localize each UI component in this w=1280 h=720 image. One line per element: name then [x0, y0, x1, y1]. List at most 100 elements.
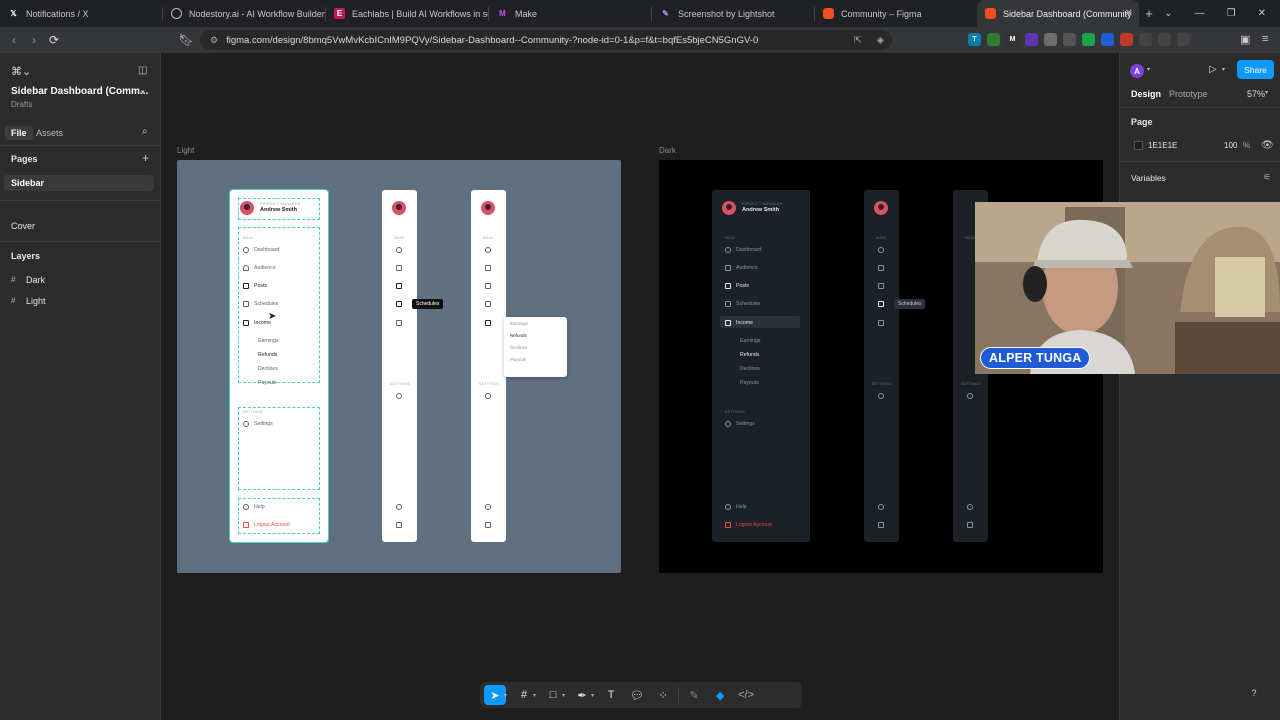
- site-info-icon[interactable]: ⚙: [210, 35, 218, 46]
- calendar-icon[interactable]: [485, 301, 491, 307]
- nav-item-schedules[interactable]: Schedules: [725, 301, 760, 307]
- menu-icon[interactable]: ≡: [1262, 33, 1268, 45]
- file-name[interactable]: Sidebar Dashboard (Comm...: [11, 86, 148, 97]
- flyout-declines[interactable]: Declines: [510, 345, 561, 350]
- panel-toggle-icon[interactable]: ◫: [138, 65, 147, 76]
- nav-item-logout[interactable]: Logout Account: [243, 522, 290, 528]
- design-mode-icon[interactable]: ◆: [709, 685, 731, 705]
- flyout-payouts[interactable]: Payouts: [510, 357, 561, 362]
- brave-shield-icon[interactable]: ◈: [877, 35, 884, 46]
- nav-item-settings[interactable]: Settings: [243, 421, 273, 427]
- maximize-icon[interactable]: ❐: [1227, 8, 1236, 19]
- browser-tab[interactable]: ✎ Screenshot by Lightshot: [652, 0, 814, 27]
- nav-item-audience[interactable]: Audience: [243, 265, 276, 271]
- chart-icon[interactable]: [396, 320, 402, 326]
- move-tool-icon[interactable]: ➤: [484, 685, 506, 705]
- nav-item-income[interactable]: Income: [243, 320, 271, 326]
- url-field[interactable]: ⚙ figma.com/design/8bmq5VwMvKcbICnIM9PQV…: [200, 30, 892, 50]
- extension-icon[interactable]: [1025, 33, 1038, 46]
- nav-item-dashboard[interactable]: Dashboard: [725, 247, 761, 253]
- eye-icon[interactable]: 👁︎: [1261, 140, 1274, 151]
- home-icon[interactable]: [485, 247, 491, 253]
- chevron-down-icon[interactable]: ▾: [591, 692, 594, 699]
- chevron-down-icon[interactable]: ▾: [562, 692, 565, 699]
- share-page-icon[interactable]: ⇱: [854, 35, 862, 46]
- extension-icon[interactable]: [1120, 33, 1133, 46]
- chevron-down-icon[interactable]: ▾: [141, 88, 145, 96]
- browser-tab[interactable]: Nodestory.ai - AI Workflow Builder: [163, 0, 325, 27]
- home-icon[interactable]: [878, 247, 884, 253]
- help-icon[interactable]: ?: [1246, 685, 1262, 701]
- sidebar-collapsed[interactable]: MAIN SETTINGS: [382, 190, 417, 542]
- sliders-icon[interactable]: ⚟: [1263, 172, 1271, 183]
- calendar-icon[interactable]: [396, 301, 402, 307]
- frame-label-dark[interactable]: Dark: [659, 146, 676, 155]
- flyout-earnings[interactable]: Earnings: [510, 321, 561, 326]
- page-item-cover[interactable]: Cover: [11, 221, 35, 231]
- user-icon[interactable]: [485, 265, 491, 271]
- user-avatar[interactable]: A: [1130, 64, 1144, 78]
- light-frame[interactable]: PRODUCT MANAGER Andrew Smith MAIN Dashbo…: [177, 160, 621, 573]
- sidebar-expanded[interactable]: PRODUCT MANAGER Andrew Smith MAIN Dashbo…: [712, 190, 810, 542]
- document-icon[interactable]: [485, 283, 491, 289]
- chevron-down-icon[interactable]: ▾: [1222, 66, 1225, 73]
- user-icon[interactable]: [396, 265, 402, 271]
- close-window-icon[interactable]: ✕: [1258, 8, 1266, 19]
- gear-icon[interactable]: [485, 393, 491, 399]
- sub-item-refunds[interactable]: Refunds: [740, 352, 759, 358]
- home-icon[interactable]: [396, 247, 402, 253]
- document-icon[interactable]: [878, 283, 884, 289]
- sub-item-payouts[interactable]: Payouts: [740, 380, 759, 386]
- add-page-icon[interactable]: +: [142, 151, 149, 165]
- extension-icon[interactable]: M: [1006, 33, 1019, 46]
- page-color-value[interactable]: 1E1E1E: [1148, 141, 1177, 150]
- minimize-icon[interactable]: —: [1195, 8, 1205, 19]
- sidebar-expanded[interactable]: PRODUCT MANAGER Andrew Smith MAIN Dashbo…: [229, 189, 329, 543]
- sub-item-declines[interactable]: Declines: [740, 366, 760, 372]
- nav-item-settings[interactable]: Settings: [725, 421, 755, 427]
- sidebar-collapsed[interactable]: MAIN SETTINGS: [864, 190, 899, 542]
- rectangle-tool-icon[interactable]: □: [542, 685, 564, 705]
- chart-icon[interactable]: [485, 320, 491, 326]
- extension-icon[interactable]: [1158, 33, 1171, 46]
- tab-file[interactable]: File: [5, 126, 33, 140]
- page-item-sidebar[interactable]: Sidebar: [11, 178, 44, 188]
- tab-assets[interactable]: Assets: [36, 128, 63, 138]
- gear-icon[interactable]: [396, 393, 402, 399]
- chevron-down-icon[interactable]: ▾: [1265, 89, 1268, 96]
- chevron-down-icon[interactable]: ▾: [1147, 66, 1150, 73]
- sub-item-declines[interactable]: Declines: [258, 366, 278, 372]
- document-icon[interactable]: [396, 283, 402, 289]
- extension-icon[interactable]: T: [968, 33, 981, 46]
- design-canvas[interactable]: Light Dark PRODUCT MANAGER Andrew Smith …: [161, 53, 1119, 720]
- layer-item-dark[interactable]: Dark: [26, 275, 45, 285]
- flyout-refunds[interactable]: Refunds: [510, 333, 561, 338]
- chevron-down-icon[interactable]: ⌄: [1164, 8, 1172, 19]
- present-icon[interactable]: ▷: [1209, 64, 1217, 75]
- nav-item-posts[interactable]: Posts: [243, 283, 267, 289]
- logout-icon[interactable]: [967, 522, 973, 528]
- sub-item-earnings[interactable]: Earnings: [258, 338, 278, 344]
- pen-tool-icon[interactable]: ✒: [571, 685, 593, 705]
- gear-icon[interactable]: [967, 393, 973, 399]
- gear-icon[interactable]: [878, 393, 884, 399]
- reload-icon[interactable]: ⟳: [44, 33, 64, 47]
- back-icon[interactable]: ‹: [4, 33, 24, 47]
- logout-icon[interactable]: [878, 522, 884, 528]
- help-icon[interactable]: [967, 504, 973, 510]
- forward-icon[interactable]: ›: [24, 33, 44, 47]
- help-icon[interactable]: [485, 504, 491, 510]
- nav-item-schedules[interactable]: Schedules: [243, 301, 278, 307]
- logout-icon[interactable]: [396, 522, 402, 528]
- sub-item-payouts[interactable]: Payouts: [258, 380, 277, 386]
- share-button[interactable]: Share: [1237, 60, 1274, 79]
- frame-tool-icon[interactable]: #: [513, 685, 535, 705]
- actions-tool-icon[interactable]: ⁘: [652, 685, 674, 705]
- help-icon[interactable]: [396, 504, 402, 510]
- sidebar-toggle-icon[interactable]: ▣: [1240, 33, 1250, 46]
- bookmark-icon[interactable]: 🔖︎: [176, 33, 196, 47]
- extension-icon[interactable]: [1063, 33, 1076, 46]
- opacity-value[interactable]: 100: [1224, 141, 1237, 150]
- draw-mode-icon[interactable]: ✎: [683, 685, 705, 705]
- calendar-icon[interactable]: [878, 301, 884, 307]
